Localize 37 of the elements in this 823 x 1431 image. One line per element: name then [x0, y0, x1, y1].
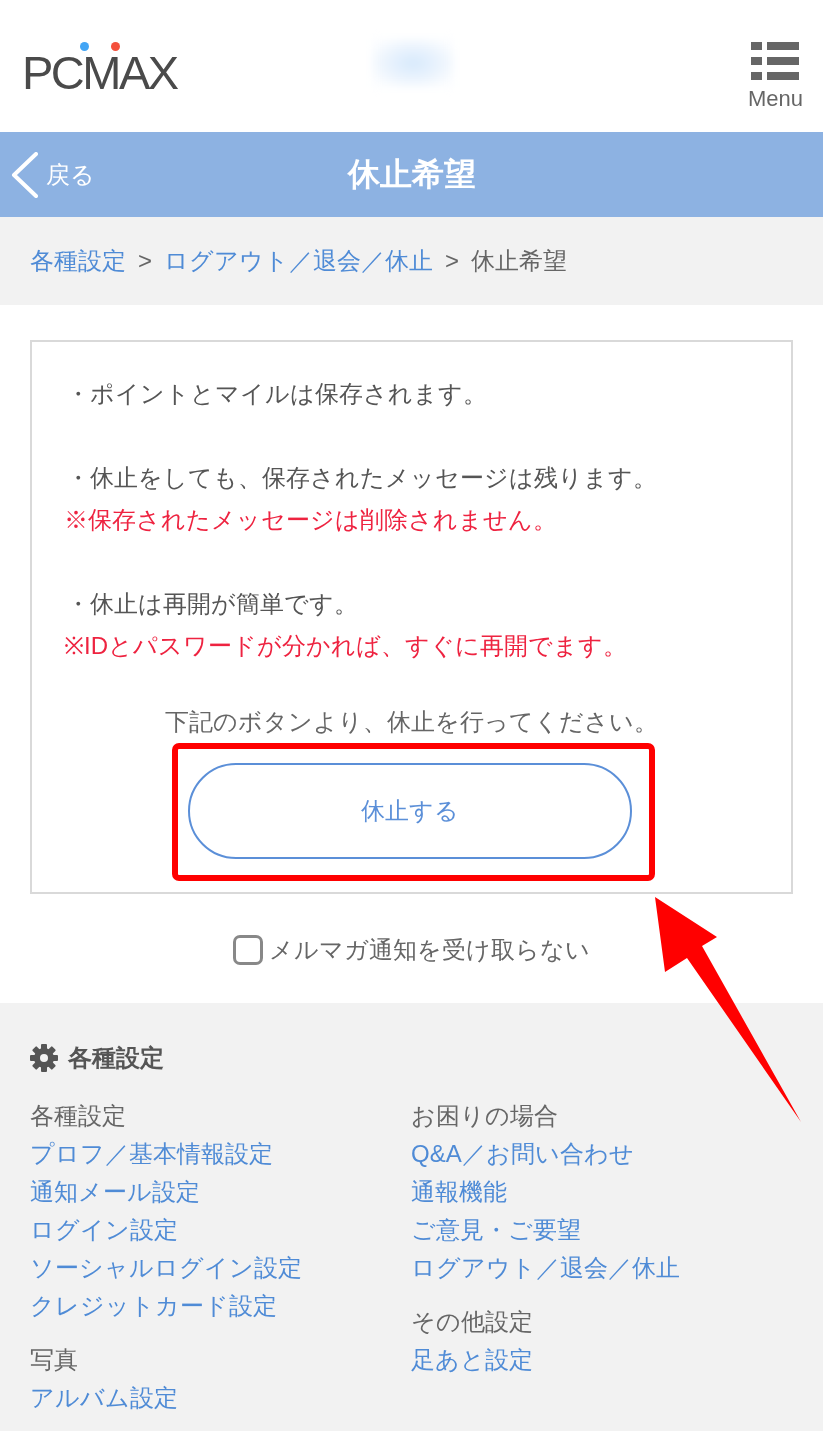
back-button[interactable]: 戻る — [0, 151, 95, 198]
settings-link[interactable]: ログイン設定 — [30, 1211, 178, 1249]
chevron-left-icon — [11, 151, 38, 198]
settings-link[interactable]: プロフ／基本情報設定 — [30, 1135, 273, 1173]
breadcrumb-current: 休止希望 — [471, 246, 568, 276]
group-heading: 写真 — [30, 1345, 78, 1375]
settings-link[interactable]: 足あと設定 — [411, 1341, 533, 1379]
group-heading: その他設定 — [411, 1307, 533, 1337]
breadcrumb-separator: > — [138, 247, 152, 275]
settings-link[interactable]: クレジットカード設定 — [30, 1287, 277, 1325]
notice-text: ・ポイントとマイルは保存されます。 — [65, 379, 488, 409]
settings-link[interactable]: ログアウト／退会／休止 — [411, 1249, 680, 1287]
settings-link[interactable]: ご意見・ご要望 — [411, 1211, 581, 1249]
checkbox[interactable] — [233, 935, 263, 965]
settings-link[interactable]: 通知メール設定 — [30, 1173, 200, 1211]
breadcrumb-link[interactable]: ログアウト／退会／休止 — [164, 245, 433, 277]
notice-text: ・休止をしても、保存されたメッセージは残ります。 — [65, 463, 658, 493]
instruction-text: 下記のボタンより、休止を行ってください。 — [164, 707, 659, 737]
site-logo[interactable]: PCMAX — [22, 36, 177, 96]
notice-warning: ※保存されたメッセージは削除されません。 — [64, 505, 558, 535]
gear-icon — [30, 1044, 58, 1072]
checkbox-label[interactable]: メルマガ通知を受け取らない — [269, 934, 590, 966]
settings-link[interactable]: アルバム設定 — [30, 1379, 178, 1417]
settings-link[interactable]: 通報機能 — [411, 1173, 507, 1211]
settings-link[interactable]: Q&A／お問い合わせ — [411, 1135, 634, 1173]
page-title: 休止希望 — [347, 154, 476, 194]
menu-button[interactable]: Menu — [747, 42, 803, 112]
notice-warning: ※IDとパスワードが分かれば、すぐに再開でます。 — [64, 631, 628, 661]
section-title: 各種設定 — [68, 1043, 164, 1073]
breadcrumb-link[interactable]: 各種設定 — [30, 245, 126, 277]
group-heading: 各種設定 — [30, 1101, 126, 1131]
breadcrumb-separator: > — [445, 247, 460, 275]
menu-icon — [751, 42, 800, 80]
notice-text: ・休止は再開が簡単です。 — [65, 589, 359, 619]
pause-account-button[interactable]: 休止する — [188, 763, 632, 859]
group-heading: お困りの場合 — [411, 1101, 558, 1131]
settings-link[interactable]: ソーシャルログイン設定 — [30, 1249, 302, 1287]
